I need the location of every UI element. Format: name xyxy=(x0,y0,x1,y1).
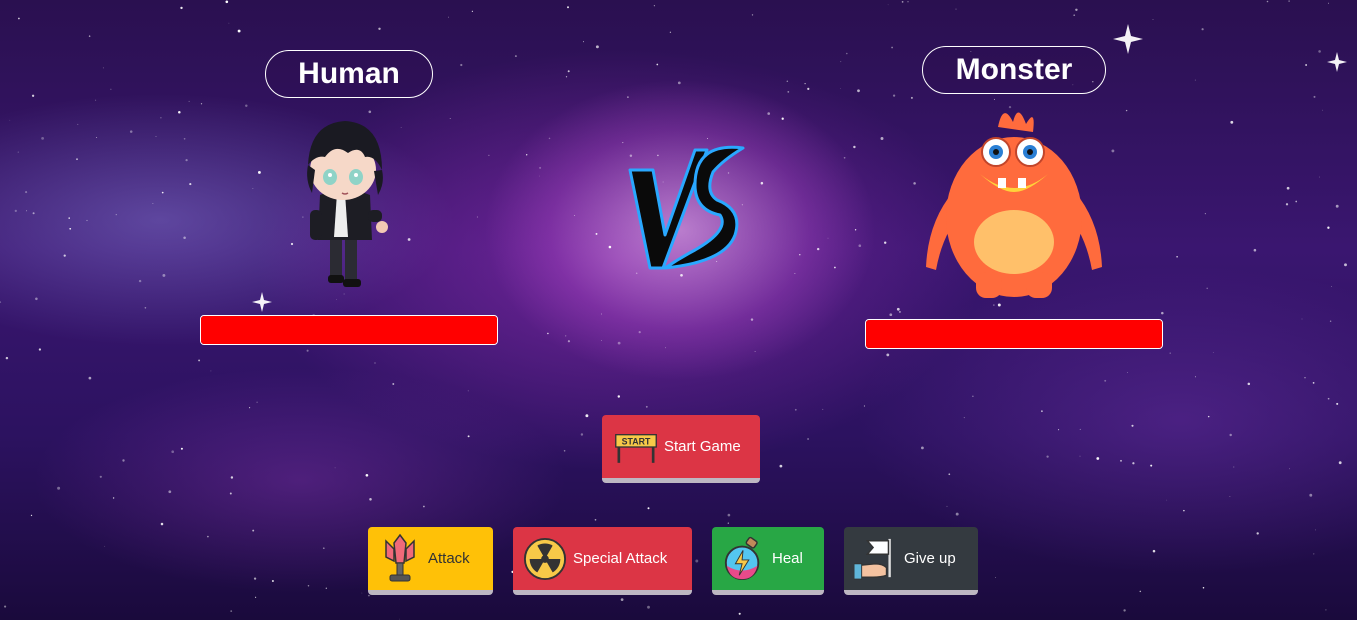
give-up-button[interactable]: Give up xyxy=(844,527,978,595)
monster-name-badge: Monster xyxy=(922,46,1106,94)
give-up-label: Give up xyxy=(904,550,956,567)
start-game-button[interactable]: START Start Game xyxy=(602,415,760,483)
special-attack-button[interactable]: Special Attack xyxy=(513,527,692,595)
heal-button[interactable]: Heal xyxy=(712,527,824,595)
vs-emblem-icon xyxy=(628,145,745,270)
radiation-icon xyxy=(523,537,567,581)
potion-icon xyxy=(722,536,766,581)
human-health-fill xyxy=(201,316,497,344)
monster-health-fill xyxy=(866,320,1162,348)
human-name-badge: Human xyxy=(265,50,433,98)
start-sign-icon: START xyxy=(614,425,658,469)
heal-label: Heal xyxy=(772,550,803,567)
attack-button[interactable]: Attack xyxy=(368,527,493,595)
white-flag-icon xyxy=(854,537,898,581)
sword-icon xyxy=(378,533,422,581)
special-attack-label: Special Attack xyxy=(573,550,668,567)
monster-health-bar xyxy=(865,319,1163,349)
human-character-icon xyxy=(307,121,388,287)
monster-character-icon xyxy=(926,112,1102,298)
attack-label: Attack xyxy=(428,550,470,567)
start-game-label: Start Game xyxy=(664,438,741,455)
svg-text:START: START xyxy=(622,436,651,446)
human-health-bar xyxy=(200,315,498,345)
